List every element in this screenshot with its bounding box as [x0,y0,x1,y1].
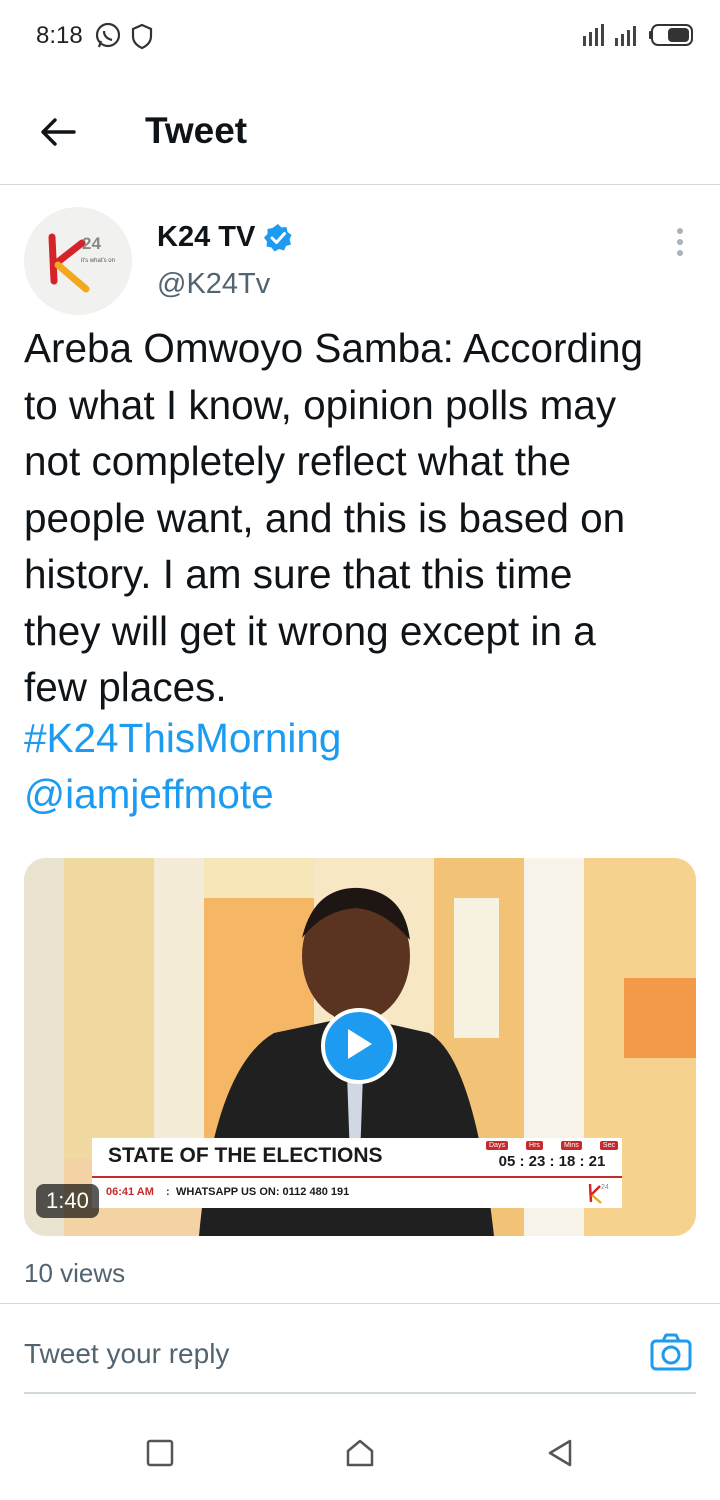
status-time: 8:18 [36,22,83,49]
countdown-value: 05 : 23 : 18 : 21 [498,1153,606,1170]
camera-icon [649,1332,693,1377]
play-button[interactable] [321,1008,397,1084]
divider [0,1303,720,1304]
signal-hplus-icon [582,22,608,53]
more-options-icon[interactable] [664,222,696,262]
page-title: Tweet [145,110,248,151]
news-lower-third: STATE OF THE ELECTIONS Days Hrs Mins Sec… [92,1138,622,1214]
ticker-separator: : [166,1186,170,1198]
camera-button[interactable] [649,1332,693,1376]
news-ticker: WHATSAPP US ON: 0112 480 191 [176,1186,350,1198]
avatar[interactable]: 24 it's what's on [24,207,132,315]
tweet-text: Areba Omwoyo Samba: According to what I … [24,325,644,710]
play-icon [344,1027,374,1066]
view-count: 10 views [24,1258,126,1288]
video-duration: 1:40 [36,1184,99,1218]
author-handle[interactable]: @K24Tv [157,268,270,301]
hashtag-link[interactable]: #K24ThisMorning [24,710,341,767]
news-headline: STATE OF THE ELECTIONS [108,1144,383,1167]
mention-link[interactable]: @iamjeffmote [24,766,274,823]
signal-icon [614,22,640,53]
countdown-label: Days [486,1141,508,1150]
status-bar: 8:18 [0,0,720,72]
arrow-left-icon [40,117,76,152]
home-icon [345,1438,375,1473]
countdown-label: Hrs [526,1141,543,1150]
verified-badge-icon [263,223,293,253]
triangle-back-icon [546,1438,574,1473]
back-button[interactable] [30,106,86,162]
reply-input[interactable]: Tweet your reply [24,1338,229,1370]
countdown-label: Mins [561,1141,582,1150]
avatar-logo-text: 24 [82,234,101,253]
avatar-logo-tagline: it's what's on [81,258,115,264]
shield-icon [130,22,154,55]
author-name[interactable]: K24 TV [157,221,293,254]
whatsapp-icon [94,22,122,55]
video-thumbnail[interactable]: STATE OF THE ELECTIONS Days Hrs Mins Sec… [24,858,696,1236]
system-nav-bar [0,1408,720,1500]
reply-underline [24,1392,696,1394]
countdown-clock: Days Hrs Mins Sec 05 : 23 : 18 : 21 [484,1141,620,1170]
countdown-label: Sec [599,1141,618,1150]
author-name-text: K24 TV [157,221,256,253]
battery-icon [648,22,696,53]
app-header: Tweet [0,84,720,185]
channel-logo-icon: 24 [582,1180,612,1211]
square-icon [146,1439,174,1472]
recents-button[interactable] [135,1430,185,1480]
home-button[interactable] [335,1430,385,1480]
svg-text:24: 24 [601,1184,609,1191]
back-nav-button[interactable] [535,1430,585,1480]
broadcast-clock: 06:41 AM [106,1186,154,1198]
